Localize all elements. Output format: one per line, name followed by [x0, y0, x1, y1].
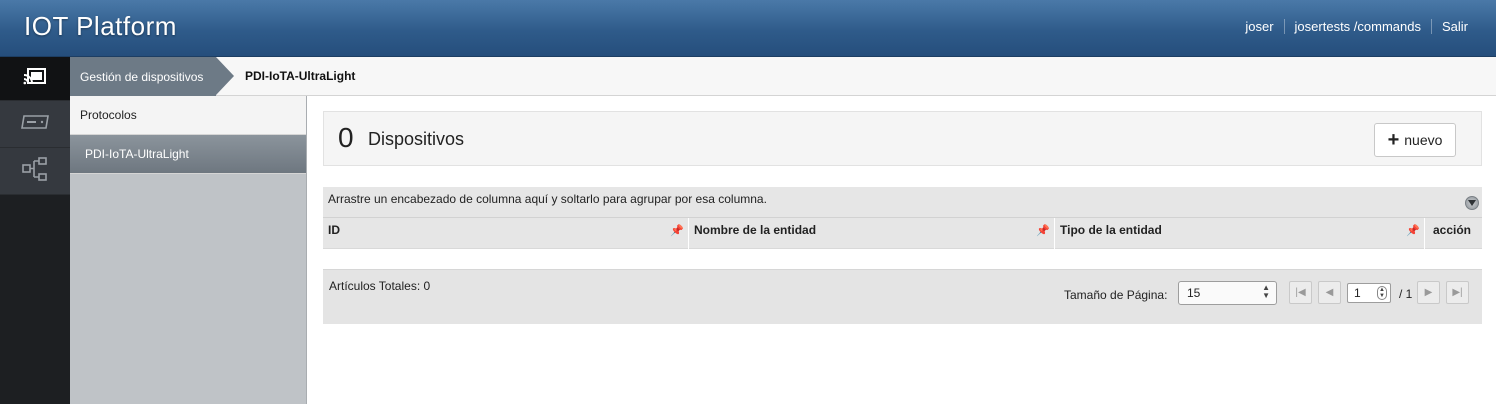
column-header-label: ID — [328, 223, 340, 237]
service-link[interactable]: josertests /commands — [1295, 19, 1421, 34]
first-page-icon: |◀ — [1295, 287, 1306, 298]
plus-icon: + — [1387, 129, 1400, 151]
new-button-label: nuevo — [1404, 132, 1443, 148]
prev-page-button[interactable]: ◀ — [1318, 281, 1341, 304]
grid-body — [323, 249, 1482, 269]
column-header-label: Tipo de la entidad — [1060, 223, 1162, 237]
grid-pager: Artículos Totales: 0 Tamaño de Página: 1… — [323, 269, 1482, 324]
group-drop-area[interactable]: Arrastre un encabezado de columna aquí y… — [323, 187, 1482, 218]
page-number-value: 1 — [1354, 286, 1361, 300]
breadcrumb-current: PDI-IoTA-UltraLight — [245, 69, 356, 83]
page-count: / 1 — [1399, 287, 1413, 301]
grid-header-row: ID 📌 Nombre de la entidad 📌 Tipo de la e… — [323, 218, 1482, 249]
breadcrumb: Gestión de dispositivos PDI-IoTA-UltraLi… — [70, 57, 1496, 96]
next-page-button[interactable]: ▶ — [1417, 281, 1440, 304]
next-page-icon: ▶ — [1424, 287, 1433, 298]
page-size-value: 15 — [1187, 286, 1201, 300]
rail-item-cast[interactable] — [0, 57, 70, 101]
rail-item-network[interactable] — [0, 148, 70, 195]
logout-link[interactable]: Salir — [1442, 19, 1468, 34]
last-page-button[interactable]: ▶| — [1446, 281, 1469, 304]
pin-icon[interactable]: 📌 — [1036, 224, 1050, 237]
devices-title: Dispositivos — [368, 129, 465, 149]
last-page-icon: ▶| — [1452, 287, 1463, 298]
breadcrumb-parent[interactable]: Gestión de dispositivos — [70, 57, 216, 96]
cast-icon — [23, 66, 47, 91]
pin-icon[interactable]: 📌 — [670, 224, 684, 237]
user-link[interactable]: joser — [1245, 19, 1273, 34]
prev-page-icon: ◀ — [1325, 287, 1334, 298]
column-header-label: Nombre de la entidad — [694, 223, 817, 237]
page-size-label: Tamaño de Página: — [1064, 288, 1168, 302]
page-size-select[interactable]: 15 ▲ ▼ — [1178, 281, 1277, 305]
column-header-id[interactable]: ID 📌 — [323, 218, 689, 249]
collapse-toggle-icon[interactable] — [1465, 196, 1479, 210]
network-icon — [22, 156, 48, 187]
icon-rail — [0, 57, 70, 404]
devices-header: 0 Dispositivos + nuevo — [323, 111, 1482, 166]
spinner-icon[interactable]: ▲ ▼ — [1377, 286, 1387, 300]
top-nav: joser josertests /commands Salir — [1245, 19, 1468, 34]
column-header-action: acción — [1425, 218, 1482, 249]
pin-icon[interactable]: 📌 — [1406, 224, 1420, 237]
rail-item-device[interactable] — [0, 101, 70, 148]
column-header-entity-type[interactable]: Tipo de la entidad 📌 — [1055, 218, 1425, 249]
select-arrows-icon: ▲ ▼ — [1262, 283, 1270, 300]
protocol-sidebar: Protocolos PDI-IoTA-UltraLight — [70, 96, 307, 404]
device-icon — [20, 113, 50, 136]
first-page-button[interactable]: |◀ — [1289, 281, 1312, 304]
devices-grid: Arrastre un encabezado de columna aquí y… — [323, 187, 1482, 324]
sidebar-item-pdi-iota-ultralight[interactable]: PDI-IoTA-UltraLight — [70, 135, 306, 174]
new-device-button[interactable]: + nuevo — [1374, 123, 1456, 157]
column-header-entity-name[interactable]: Nombre de la entidad 📌 — [689, 218, 1055, 249]
sidebar-item-protocolos[interactable]: Protocolos — [70, 96, 306, 135]
total-items: Artículos Totales: 0 — [329, 279, 431, 293]
column-header-label: acción — [1433, 223, 1472, 237]
breadcrumb-arrow — [216, 57, 234, 95]
group-hint: Arrastre un encabezado de columna aquí y… — [328, 192, 767, 206]
nav-divider — [1283, 19, 1285, 34]
page-number-input[interactable]: 1 ▲ ▼ — [1347, 283, 1391, 303]
app-title: IOT Platform — [24, 11, 177, 41]
nav-divider — [1430, 19, 1432, 34]
device-count: 0 — [338, 122, 354, 153]
top-header: IOT Platform joser josertests /commands … — [0, 0, 1496, 57]
